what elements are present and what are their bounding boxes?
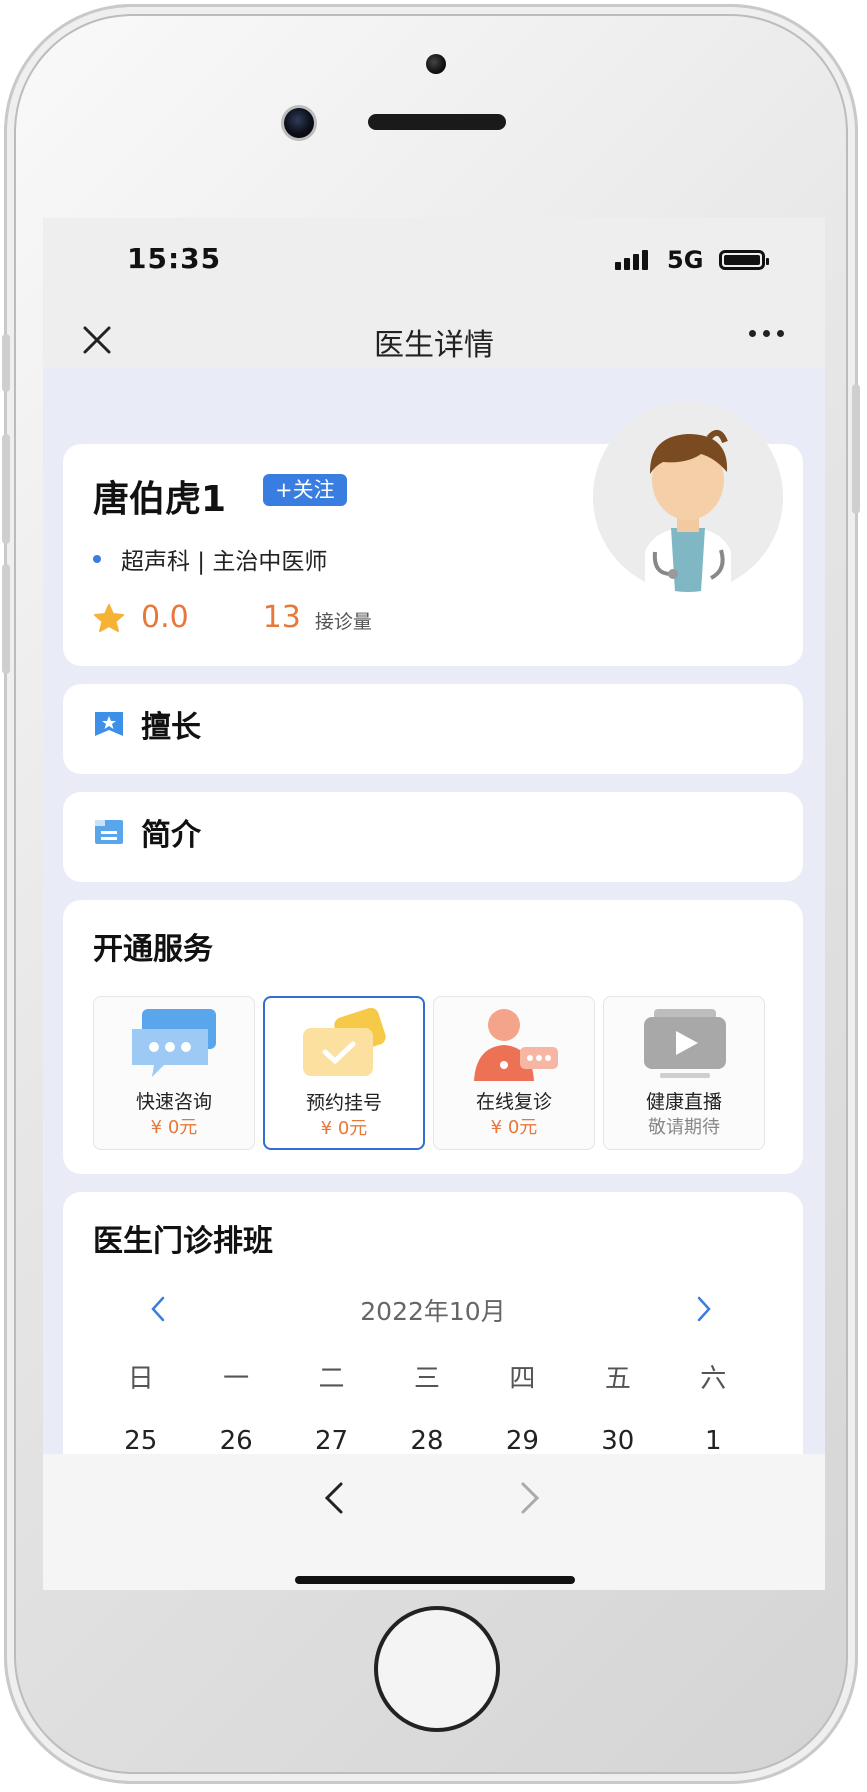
follow-button[interactable]: +关注 bbox=[263, 474, 347, 506]
service-appointment[interactable]: 预约挂号 ¥ 0元 bbox=[263, 996, 425, 1150]
star-icon bbox=[94, 603, 124, 632]
weekday-label: 六 bbox=[700, 1364, 727, 1394]
calendar-nav: 2022年10月 bbox=[63, 1288, 803, 1328]
rating-value: 0.0 bbox=[141, 600, 189, 635]
calendar-month: 2022年10月 bbox=[360, 1297, 506, 1326]
network-type: 5G bbox=[667, 246, 704, 274]
weekday-label: 五 bbox=[604, 1364, 631, 1394]
forward-arrow-icon[interactable] bbox=[517, 1480, 543, 1516]
services-title: 开通服务 bbox=[93, 932, 213, 967]
service-label: 在线复诊 bbox=[475, 1091, 552, 1113]
bullet-dot bbox=[93, 555, 101, 563]
doctor-profile-card: 唐伯虎1 +关注 超声科 | 主治中医师 0.0 13 接诊量 bbox=[63, 402, 803, 666]
earpiece-speaker bbox=[368, 114, 506, 130]
service-label: 健康直播 bbox=[645, 1091, 722, 1113]
calendar-dates: 25 26 27 28 29 30 1 bbox=[93, 1426, 761, 1454]
schedule-card: 医生门诊排班 2022年10月 日 一 二 三 四 五 六 25 26 27 2… bbox=[63, 1192, 803, 1454]
back-arrow-icon[interactable] bbox=[321, 1480, 347, 1516]
doctor-department: 超声科 | 主治中医师 bbox=[93, 542, 327, 576]
badge-icon bbox=[95, 712, 123, 736]
consult-count-label: 接诊量 bbox=[314, 611, 372, 633]
document-icon bbox=[95, 820, 123, 844]
weekday-label: 二 bbox=[318, 1364, 345, 1394]
page-content: 唐伯虎1 +关注 超声科 | 主治中医师 0.0 13 接诊量 擅长 简介 开通… bbox=[43, 368, 825, 1454]
expertise-heading: 擅长 bbox=[93, 702, 201, 746]
weekday-label: 三 bbox=[413, 1364, 440, 1394]
service-online-revisit[interactable]: 在线复诊 ¥ 0元 bbox=[433, 996, 595, 1150]
power-button bbox=[852, 384, 860, 514]
service-label: 快速咨询 bbox=[135, 1091, 212, 1113]
service-price: ¥ 0元 bbox=[490, 1117, 538, 1138]
service-quick-consult[interactable]: 快速咨询 ¥ 0元 bbox=[93, 996, 255, 1150]
proximity-sensor bbox=[426, 54, 446, 74]
more-icon[interactable] bbox=[749, 330, 784, 337]
calendar-weekdays: 日 一 二 三 四 五 六 bbox=[93, 1358, 761, 1395]
doctor-stats: 0.0 13 接诊量 bbox=[93, 600, 372, 635]
intro-title: 简介 bbox=[141, 818, 201, 853]
mute-switch bbox=[2, 334, 10, 392]
calendar-date[interactable]: 27 bbox=[284, 1426, 379, 1454]
nav-bar: 医生详情 bbox=[43, 308, 825, 368]
battery-icon bbox=[719, 250, 769, 270]
consult-count: 13 bbox=[262, 600, 301, 635]
calendar-date[interactable]: 28 bbox=[379, 1426, 474, 1454]
status-bar: 15:35 5G bbox=[43, 218, 825, 308]
service-health-live[interactable]: 健康直播 敬请期待 bbox=[603, 996, 765, 1150]
home-button[interactable] bbox=[374, 1606, 500, 1732]
expertise-title: 擅长 bbox=[141, 710, 201, 745]
chat-bubble-icon bbox=[132, 1009, 216, 1077]
front-camera bbox=[284, 108, 314, 138]
status-time: 15:35 bbox=[127, 242, 222, 275]
service-price: ¥ 0元 bbox=[150, 1117, 198, 1138]
doctor-name: 唐伯虎1 bbox=[93, 479, 227, 520]
weekday-label: 四 bbox=[509, 1364, 536, 1394]
chevron-right-icon[interactable] bbox=[693, 1294, 715, 1324]
appointment-check-icon bbox=[303, 1008, 386, 1076]
schedule-title: 医生门诊排班 bbox=[93, 1224, 273, 1259]
department-text: 超声科 | 主治中医师 bbox=[121, 549, 328, 575]
calendar-date[interactable]: 30 bbox=[570, 1426, 665, 1454]
calendar-date[interactable]: 26 bbox=[188, 1426, 283, 1454]
service-label: 预约挂号 bbox=[305, 1092, 382, 1114]
services-card: 开通服务 快速咨询 ¥ 0元 预约挂号 ¥ 0元 在线复诊 ¥ 0元 健康直播 … bbox=[63, 900, 803, 1174]
page-title: 医生详情 bbox=[374, 328, 494, 363]
phone-frame: 15:35 5G 医生详情 唐伯虎1 +关注 超声科 | 主治中医师 0.0 1… bbox=[2, 4, 860, 1784]
calendar-date[interactable]: 1 bbox=[666, 1426, 761, 1454]
weekday-label: 日 bbox=[127, 1364, 154, 1394]
doctor-chat-icon bbox=[474, 1009, 558, 1081]
signal-icon bbox=[615, 250, 648, 270]
service-price: ¥ 0元 bbox=[320, 1118, 368, 1139]
volume-up-button bbox=[2, 434, 10, 544]
service-price: 敬请期待 bbox=[648, 1117, 720, 1138]
home-indicator[interactable] bbox=[295, 1576, 575, 1584]
video-play-icon bbox=[644, 1009, 726, 1078]
doctor-avatar bbox=[593, 402, 783, 592]
volume-down-button bbox=[2, 564, 10, 674]
calendar-date[interactable]: 29 bbox=[475, 1426, 570, 1454]
expertise-card[interactable]: 擅长 bbox=[63, 684, 803, 774]
bottom-toolbar bbox=[43, 1454, 825, 1590]
weekday-label: 一 bbox=[223, 1364, 250, 1394]
services-list: 快速咨询 ¥ 0元 预约挂号 ¥ 0元 在线复诊 ¥ 0元 健康直播 敬请期待 bbox=[93, 996, 765, 1150]
phone-screen: 15:35 5G 医生详情 唐伯虎1 +关注 超声科 | 主治中医师 0.0 1… bbox=[43, 218, 825, 1590]
intro-heading: 简介 bbox=[93, 810, 201, 854]
intro-card[interactable]: 简介 bbox=[63, 792, 803, 882]
calendar-date[interactable]: 25 bbox=[93, 1426, 188, 1454]
